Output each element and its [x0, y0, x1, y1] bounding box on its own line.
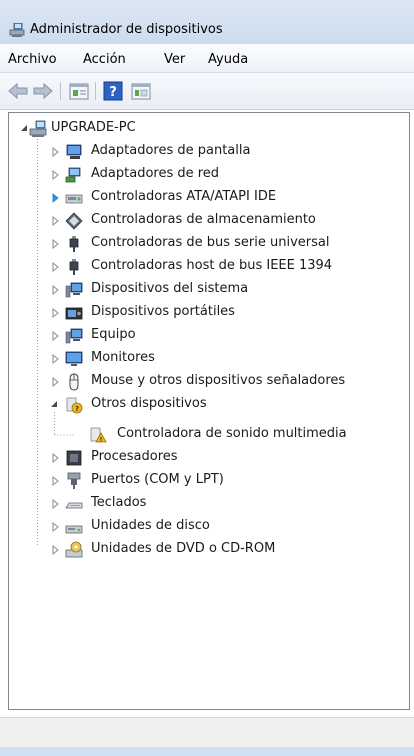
expand-arrow-icon[interactable]: [51, 376, 61, 388]
category-label: Monitores: [91, 350, 155, 365]
window-bottom-border: [0, 747, 414, 756]
computer-icon: [65, 328, 83, 344]
tree-category[interactable]: Teclados: [9, 493, 409, 515]
menu-ver[interactable]: Ver: [164, 52, 185, 67]
back-arrow-icon[interactable]: [7, 81, 29, 101]
expand-arrow-icon[interactable]: [51, 238, 61, 250]
tree-category[interactable]: Controladoras ATA/ATAPI IDE: [9, 187, 409, 209]
device-tree[interactable]: UPGRADE-PC Adaptadores de pantalla Adapt…: [8, 112, 410, 710]
category-label: Equipo: [91, 327, 136, 342]
category-label: Puertos (COM y LPT): [91, 472, 224, 487]
expand-arrow-icon[interactable]: [51, 498, 61, 510]
expand-arrow-icon[interactable]: [51, 146, 61, 158]
menu-bar: Archivo Acción Ver Ayuda: [0, 44, 414, 73]
category-label: Procesadores: [91, 449, 178, 464]
expand-arrow-icon[interactable]: [51, 261, 61, 273]
category-label: Dispositivos portátiles: [91, 304, 235, 319]
computer-name: UPGRADE-PC: [51, 120, 136, 135]
tree-category[interactable]: Controladoras de almacenamiento: [9, 210, 409, 232]
category-label: Unidades de DVD o CD-ROM: [91, 541, 276, 556]
expand-arrow-icon[interactable]: [51, 169, 61, 181]
view-icon[interactable]: [130, 81, 152, 101]
toolbar-separator: [60, 82, 61, 100]
collapse-arrow-icon[interactable]: [19, 123, 29, 135]
unknown-device-icon: ?: [66, 397, 83, 414]
tree-category[interactable]: Dispositivos del sistema: [9, 279, 409, 301]
tree-category[interactable]: Unidades de DVD o CD-ROM: [9, 539, 409, 561]
forward-arrow-icon[interactable]: [32, 81, 54, 101]
menu-archivo[interactable]: Archivo: [8, 52, 57, 67]
expand-arrow-icon[interactable]: [51, 330, 61, 342]
tree-root-node[interactable]: UPGRADE-PC: [9, 118, 409, 140]
dvd-drive-icon: [65, 541, 83, 558]
tree-category[interactable]: Adaptadores de red: [9, 164, 409, 186]
toolbar-separator: [95, 82, 96, 100]
category-label: Adaptadores de red: [91, 166, 220, 181]
tree-category[interactable]: Controladoras de bus serie universal: [9, 233, 409, 255]
tree-category[interactable]: Mouse y otros dispositivos señaladores: [9, 371, 409, 393]
status-bar: [0, 717, 414, 747]
ide-controller-icon: [65, 194, 83, 204]
device-manager-window: Administrador de dispositivos Archivo Ac…: [0, 0, 414, 756]
expand-arrow-icon[interactable]: [51, 215, 61, 227]
collapse-arrow-icon[interactable]: [49, 399, 59, 411]
expand-arrow-icon[interactable]: [51, 521, 61, 533]
menu-accion[interactable]: Acción: [83, 52, 126, 67]
portable-devices-icon: [65, 307, 83, 320]
window-title: Administrador de dispositivos: [30, 22, 223, 37]
category-label: Controladoras de almacenamiento: [91, 212, 316, 227]
tree-category[interactable]: Monitores: [9, 348, 409, 370]
firewire-plug-icon: [69, 259, 79, 275]
expand-arrow-icon[interactable]: [51, 307, 61, 319]
usb-plug-icon: [69, 236, 79, 252]
svg-text:?: ?: [109, 85, 117, 100]
tree-category[interactable]: Equipo: [9, 325, 409, 347]
category-label: Unidades de disco: [91, 518, 210, 533]
tree-category[interactable]: Procesadores: [9, 447, 409, 469]
svg-text:!: !: [100, 437, 103, 444]
port-icon: [67, 472, 81, 489]
category-label: Controladoras host de bus IEEE 1394: [91, 258, 333, 273]
category-label: Dispositivos del sistema: [91, 281, 249, 296]
category-label: Mouse y otros dispositivos señaladores: [91, 373, 346, 388]
computer-icon: [29, 120, 47, 137]
expand-arrow-icon[interactable]: [51, 353, 61, 365]
system-devices-icon: [65, 282, 83, 298]
toolbar: ?: [0, 73, 414, 110]
tree-category[interactable]: Controladoras host de bus IEEE 1394: [9, 256, 409, 278]
keyboard-icon: [65, 502, 83, 509]
device-manager-icon: [9, 23, 25, 37]
menu-ayuda[interactable]: Ayuda: [208, 52, 248, 67]
tree-category[interactable]: Dispositivos portátiles: [9, 302, 409, 324]
expand-arrow-icon[interactable]: [51, 452, 61, 464]
tree-category-expanded[interactable]: ? Otros dispositivos: [9, 394, 409, 416]
category-label: Adaptadores de pantalla: [91, 143, 251, 158]
monitor-icon: [65, 351, 83, 366]
help-icon[interactable]: ?: [102, 81, 124, 101]
category-label: Teclados: [91, 495, 147, 510]
processor-icon: [66, 450, 82, 466]
category-label: Controladoras de bus serie universal: [91, 235, 330, 250]
storage-controller-icon: [65, 212, 83, 230]
display-adapter-icon: [66, 144, 82, 159]
expand-arrow-icon[interactable]: [51, 192, 61, 204]
expand-arrow-icon[interactable]: [51, 284, 61, 296]
warning-device-icon: !: [90, 427, 107, 444]
device-label: Controladora de sonido multimedia: [117, 426, 347, 441]
svg-text:?: ?: [75, 405, 79, 413]
expand-arrow-icon[interactable]: [51, 544, 61, 556]
category-label: Otros dispositivos: [91, 396, 207, 411]
category-label: Controladoras ATA/ATAPI IDE: [91, 189, 277, 204]
network-adapter-icon: [65, 167, 81, 183]
tree-category[interactable]: Puertos (COM y LPT): [9, 470, 409, 492]
title-bar[interactable]: Administrador de dispositivos: [0, 0, 414, 44]
tree-device-item[interactable]: ! Controladora de sonido multimedia: [9, 424, 409, 446]
properties-icon[interactable]: [68, 81, 90, 101]
disk-drive-icon: [65, 525, 83, 534]
tree-category[interactable]: Adaptadores de pantalla: [9, 141, 409, 163]
tree-category[interactable]: Unidades de disco: [9, 516, 409, 538]
expand-arrow-icon[interactable]: [51, 475, 61, 487]
mouse-icon: [69, 373, 79, 391]
